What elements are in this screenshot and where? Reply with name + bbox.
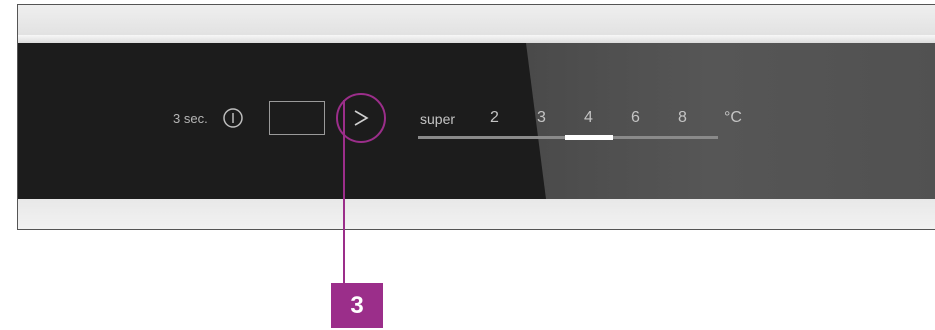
temp-setting-2[interactable]: 2 — [490, 109, 499, 127]
hold-duration-label: 3 sec. — [173, 111, 208, 126]
temp-setting-6[interactable]: 6 — [631, 109, 640, 127]
callout-number-badge: 3 — [331, 283, 383, 328]
panel-top-bevel — [18, 35, 935, 43]
temperature-slider-indicator — [564, 135, 613, 140]
temp-setting-3[interactable]: 3 — [537, 109, 546, 127]
control-panel: 3 sec. super 2 3 4 6 8 °C — [17, 4, 935, 230]
panel-bottom-trim — [18, 199, 935, 229]
panel-top-trim — [18, 5, 935, 35]
temperature-slider[interactable] — [418, 135, 718, 140]
super-setting-label[interactable]: super — [420, 111, 455, 127]
temp-setting-4[interactable]: 4 — [584, 109, 593, 127]
temperature-display — [269, 101, 325, 135]
chevron-right-icon — [354, 110, 369, 126]
illustration: 3 sec. super 2 3 4 6 8 °C 3 — [0, 0, 935, 330]
temp-setting-8[interactable]: 8 — [678, 109, 687, 127]
temperature-unit: °C — [724, 109, 742, 126]
callout-leader-line — [343, 100, 345, 286]
glass-control-surface: 3 sec. super 2 3 4 6 8 °C — [18, 43, 935, 199]
power-icon[interactable] — [222, 107, 244, 129]
